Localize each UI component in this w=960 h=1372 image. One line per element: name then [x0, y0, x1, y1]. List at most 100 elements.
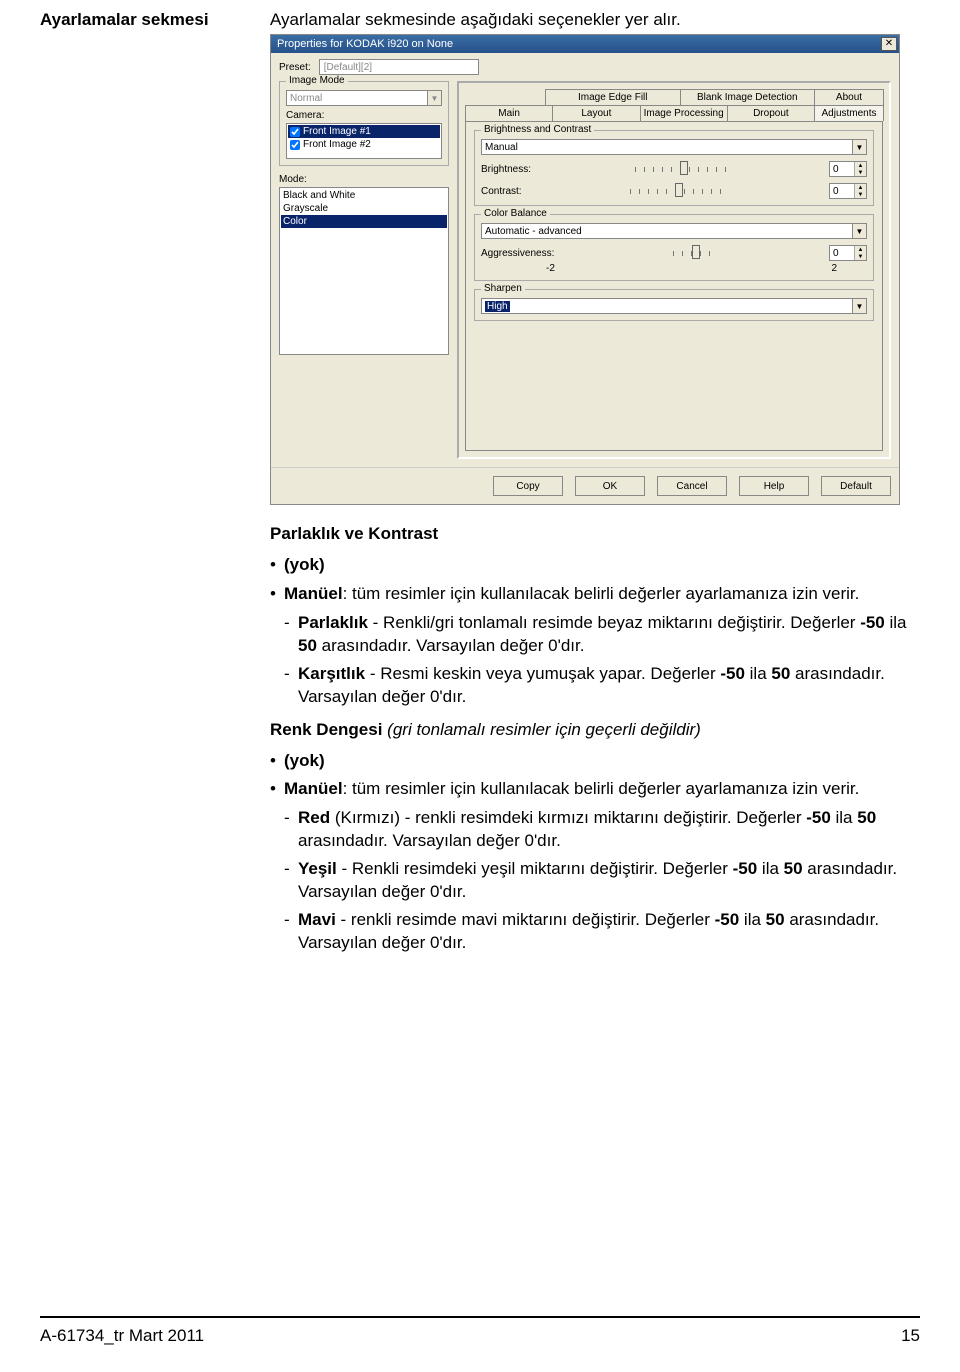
bullet-manual-prefix: Manüel: [284, 779, 343, 798]
range-b: 50: [766, 910, 785, 929]
chevron-down-icon[interactable]: ▼: [852, 140, 866, 154]
brightness-spinner[interactable]: 0 ▲▼: [829, 161, 867, 177]
bc-mode-value: Manual: [485, 142, 518, 153]
chevron-down-icon[interactable]: ▼: [852, 224, 866, 238]
chevron-down-icon[interactable]: ▼: [855, 191, 866, 198]
text: ila: [745, 664, 771, 683]
tab-blank-image-detection[interactable]: Blank Image Detection: [680, 89, 816, 105]
text: - renkli resimde mavi miktarını değiştir…: [336, 910, 715, 929]
sharpen-value: High: [485, 301, 510, 312]
section-title: Ayarlamalar sekmesi: [40, 10, 270, 30]
list-item-label: Front Image #1: [303, 126, 371, 137]
help-button[interactable]: Help: [739, 476, 809, 496]
range-a: -50: [860, 613, 885, 632]
aggressiveness-slider[interactable]: [562, 245, 821, 261]
image-mode-combo[interactable]: Normal ▼: [286, 90, 442, 106]
list-item[interactable]: Black and White: [281, 189, 447, 202]
text: (Kırmızı) - renkli resimdeki kırmızı mik…: [330, 808, 806, 827]
default-button[interactable]: Default: [821, 476, 891, 496]
text: arasındadır. Varsayılan değer 0'dır.: [317, 636, 585, 655]
aggressiveness-spinner[interactable]: 0 ▲▼: [829, 245, 867, 261]
camera-listbox[interactable]: Front Image #1 Front Image #2: [286, 123, 442, 159]
range-b: 50: [784, 859, 803, 878]
bullet-manual-prefix: Manüel: [284, 584, 343, 603]
chevron-down-icon[interactable]: ▼: [852, 299, 866, 313]
tab-image-edge-fill[interactable]: Image Edge Fill: [545, 89, 681, 105]
cb-note: (gri tonlamalı resimler için geçerli değ…: [382, 720, 700, 739]
preset-value: [Default][2]: [324, 62, 372, 73]
bullet-none: (yok): [284, 751, 325, 770]
cb-heading-text: Renk Dengesi: [270, 720, 382, 739]
axis-max: 2: [831, 263, 837, 274]
tab-image-processing[interactable]: Image Processing: [640, 105, 728, 121]
cb-mode-value: Automatic - advanced: [485, 226, 582, 237]
copy-button[interactable]: Copy: [493, 476, 563, 496]
brightness-slider[interactable]: [539, 161, 821, 177]
chevron-up-icon[interactable]: ▲: [855, 184, 866, 191]
chevron-down-icon[interactable]: ▼: [427, 91, 441, 105]
text: - Resmi keskin veya yumuşak yapar. Değer…: [365, 664, 720, 683]
aggressiveness-value: 0: [830, 246, 854, 260]
tab-main[interactable]: Main: [465, 105, 553, 121]
chevron-up-icon[interactable]: ▲: [855, 162, 866, 169]
cancel-button[interactable]: Cancel: [657, 476, 727, 496]
range-a: -50: [715, 910, 740, 929]
text: - Renkli/gri tonlamalı resimde beyaz mik…: [368, 613, 860, 632]
list-item[interactable]: Front Image #1: [288, 125, 440, 138]
bc-mode-combo[interactable]: Manual ▼: [481, 139, 867, 155]
intro-text: Ayarlamalar sekmesinde aşağıdaki seçenek…: [270, 10, 681, 30]
contrast-value: 0: [830, 184, 854, 198]
cb-mode-combo[interactable]: Automatic - advanced ▼: [481, 223, 867, 239]
mode-listbox[interactable]: Black and White Grayscale Color: [279, 187, 449, 355]
bc-heading: Parlaklık ve Kontrast: [270, 523, 920, 546]
camera-label: Camera:: [286, 110, 442, 121]
text: ila: [831, 808, 857, 827]
brightness-label: Brightness:: [481, 164, 531, 175]
contrast-slider[interactable]: [530, 183, 821, 199]
preset-field[interactable]: [Default][2]: [319, 59, 479, 75]
list-item-label: Black and White: [283, 190, 355, 201]
text: - Renkli resimdeki yeşil miktarını değiş…: [337, 859, 733, 878]
checkbox[interactable]: [290, 127, 300, 137]
axis-min: -2: [546, 263, 555, 274]
contrast-label: Contrast:: [481, 186, 522, 197]
color-balance-group: Color Balance Automatic - advanced ▼ Agg…: [474, 214, 874, 281]
dialog-title: Properties for KODAK i920 on None: [277, 38, 453, 50]
image-mode-group: Image Mode Normal ▼ Camera: Front Image …: [279, 81, 449, 166]
range-b: 50: [771, 664, 790, 683]
brightness-value: 0: [830, 162, 854, 176]
ok-button[interactable]: OK: [575, 476, 645, 496]
footer-doc-id: A-61734_tr Mart 2011: [40, 1326, 204, 1346]
dash-brightness-prefix: Parlaklık: [298, 613, 368, 632]
bullet-manual-rest: : tüm resimler için kullanılacak belirli…: [343, 584, 860, 603]
contrast-spinner[interactable]: 0 ▲▼: [829, 183, 867, 199]
tab-dropout[interactable]: Dropout: [727, 105, 815, 121]
dash-green-prefix: Yeşil: [298, 859, 337, 878]
sharpen-combo[interactable]: High ▼: [481, 298, 867, 314]
chevron-down-icon[interactable]: ▼: [855, 253, 866, 260]
list-item[interactable]: Front Image #2: [288, 138, 440, 151]
tab-panel-adjustments: Brightness and Contrast Manual ▼ Brightn…: [465, 121, 883, 451]
dash-blue-prefix: Mavi: [298, 910, 336, 929]
sharpen-legend: Sharpen: [481, 283, 525, 294]
close-icon[interactable]: ✕: [881, 37, 897, 51]
chevron-up-icon[interactable]: ▲: [855, 246, 866, 253]
tab-adjustments[interactable]: Adjustments: [814, 105, 884, 121]
range-b: 50: [857, 808, 876, 827]
list-item-label: Front Image #2: [303, 139, 371, 150]
sharpen-group: Sharpen High ▼: [474, 289, 874, 321]
dash-red-prefix: Red: [298, 808, 330, 827]
chevron-down-icon[interactable]: ▼: [855, 169, 866, 176]
aggressiveness-label: Aggressiveness:: [481, 248, 554, 259]
tab-layout[interactable]: Layout: [552, 105, 640, 121]
list-item[interactable]: Color: [281, 215, 447, 228]
bullet-none: (yok): [284, 555, 325, 574]
text: ila: [739, 910, 765, 929]
checkbox[interactable]: [290, 140, 300, 150]
tab-about[interactable]: About: [814, 89, 884, 105]
list-item[interactable]: Grayscale: [281, 202, 447, 215]
image-mode-legend: Image Mode: [286, 75, 348, 86]
brightness-contrast-group: Brightness and Contrast Manual ▼ Brightn…: [474, 130, 874, 206]
footer-page-number: 15: [901, 1326, 920, 1346]
bc-legend: Brightness and Contrast: [481, 124, 594, 135]
